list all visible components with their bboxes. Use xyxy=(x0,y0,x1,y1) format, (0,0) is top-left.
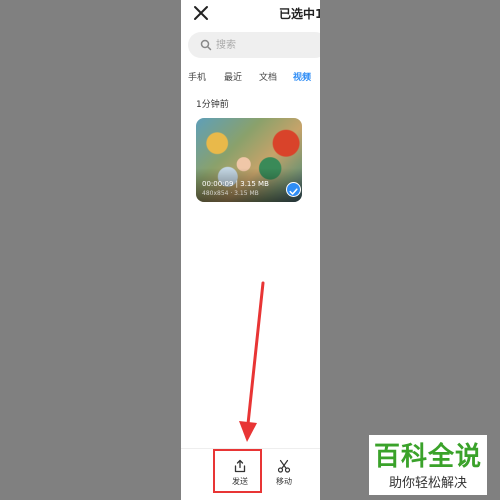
watermark-logo: 百科全说 助你轻松解决 xyxy=(369,435,487,495)
send-highlight-box xyxy=(213,449,262,493)
watermark-subtitle: 助你轻松解决 xyxy=(388,476,467,491)
watermark-title: 百科全说 xyxy=(373,442,482,472)
red-arrow-annotation xyxy=(239,281,265,442)
